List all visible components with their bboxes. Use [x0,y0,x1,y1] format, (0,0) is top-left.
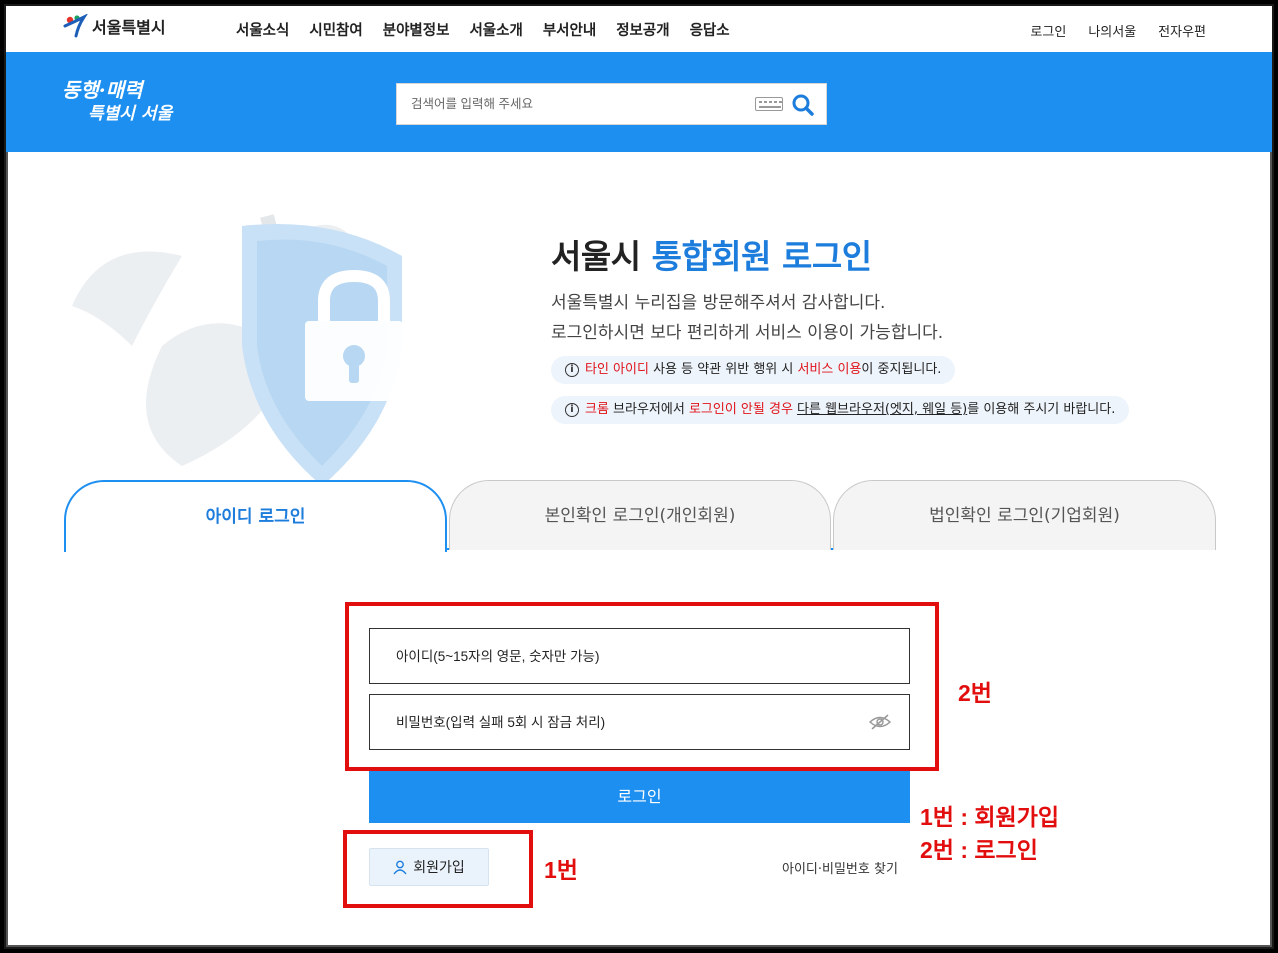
menu-item-eungdapso[interactable]: 응답소 [690,19,730,40]
info-icon: i [565,363,579,377]
title-prefix: 서울시 [551,237,652,276]
search-input[interactable] [397,84,737,124]
util-email-link[interactable]: 전자우편 [1158,21,1206,40]
notice2-underlined: 다른 웹브라우저(엣지, 웨일 등) [797,402,968,417]
slogan-line1: 동행·매력 [62,78,143,102]
find-id-password-link[interactable]: 아이디·비밀번호 찾기 [782,858,898,877]
slogan-line2: 특별시 서울 [88,104,173,124]
desc-line1: 서울특별시 누리집을 방문해주셔서 감사합니다. [551,293,886,313]
desc-line2: 로그인하시면 보다 편리하게 서비스 이용이 가능합니다. [551,323,944,343]
title-highlight: 통합회원 로그인 [651,237,873,276]
tab-id-login[interactable]: 아이디 로그인 [64,480,447,554]
notice1-b: 사용 등 약관 위반 행위 시 [648,362,798,377]
menu-item-seoul-news[interactable]: 서울소식 [236,19,289,40]
virtual-keyboard-icon[interactable] [755,97,783,111]
menu-item-citizen-participation[interactable]: 시민참여 [309,19,362,40]
annotation-box-2 [345,602,939,771]
login-button[interactable]: 로그인 [369,770,910,823]
notice1-red-a: 타인 아이디 [585,362,649,377]
notice-terms-violation: i 타인 아이디 사용 등 약관 위반 행위 시 서비스 이용이 중지됩니다. [551,356,956,384]
header-banner: 동행·매력 특별시 서울 [6,52,1272,152]
util-my-seoul-link[interactable]: 나의서울 [1088,21,1136,40]
notice2-b: 브라우저에서 [608,402,689,417]
security-shield-illustration [72,214,403,486]
search-icon[interactable] [790,92,816,118]
notice-browser: i 크롬 브라우저에서 로그인이 안될 경우 다른 웹브라우저(엣지, 웨일 등… [551,396,1130,424]
tab-corporate-verification-login[interactable]: 법인확인 로그인(기업회원) [833,480,1216,550]
annotation-legend-1: 1번 : 회원가입 [920,804,1060,830]
utility-links: 로그인 나의서울 전자우편 [1030,21,1206,40]
logo-text: 서울특별시 [92,18,166,37]
util-login-link[interactable]: 로그인 [1030,21,1066,40]
page-title: 서울시 통합회원 로그인 [551,230,872,278]
annotation-label-2: 2번 [958,680,992,706]
menu-item-info-disclosure[interactable]: 정보공개 [616,19,669,40]
notice1-d: 이 중지됩니다. [861,362,942,377]
seoul-symbol-icon [63,14,88,38]
menu-item-departments[interactable]: 부서안내 [543,19,596,40]
info-icon: i [565,403,579,417]
browser-frame: 서울특별시 서울소식 시민참여 분야별정보 서울소개 부서안내 정보공개 응답소… [4,4,1274,949]
menu-item-field-info[interactable]: 분야별정보 [383,19,450,40]
slogan-logo[interactable]: 동행·매력 특별시 서울 [62,78,172,126]
top-navigation: 서울특별시 서울소식 시민참여 분야별정보 서울소개 부서안내 정보공개 응답소… [6,6,1272,52]
login-tabs: 아이디 로그인 본인확인 로그인(개인회원) 법인확인 로그인(기업회원) [64,480,1216,554]
search-box [396,83,827,125]
notice2-red-c: 로그인이 안될 경우 [688,402,793,417]
menu-item-about-seoul[interactable]: 서울소개 [469,19,522,40]
seoul-logo[interactable]: 서울특별시 [62,14,166,38]
annotation-label-1: 1번 [544,857,578,883]
notice2-red-a: 크롬 [585,402,609,417]
notice1-red-c: 서비스 이용 [797,362,862,377]
main-menu: 서울소식 시민참여 분야별정보 서울소개 부서안내 정보공개 응답소 [236,19,730,40]
annotation-legend-2: 2번 : 로그인 [920,837,1038,863]
welcome-description: 서울특별시 누리집을 방문해주셔서 감사합니다. 로그인하시면 보다 편리하게 … [551,288,943,348]
tab-personal-verification-login[interactable]: 본인확인 로그인(개인회원) [449,480,831,550]
notice2-f: 를 이용해 주시기 바랍니다. [967,402,1116,417]
annotation-box-1 [343,830,533,908]
